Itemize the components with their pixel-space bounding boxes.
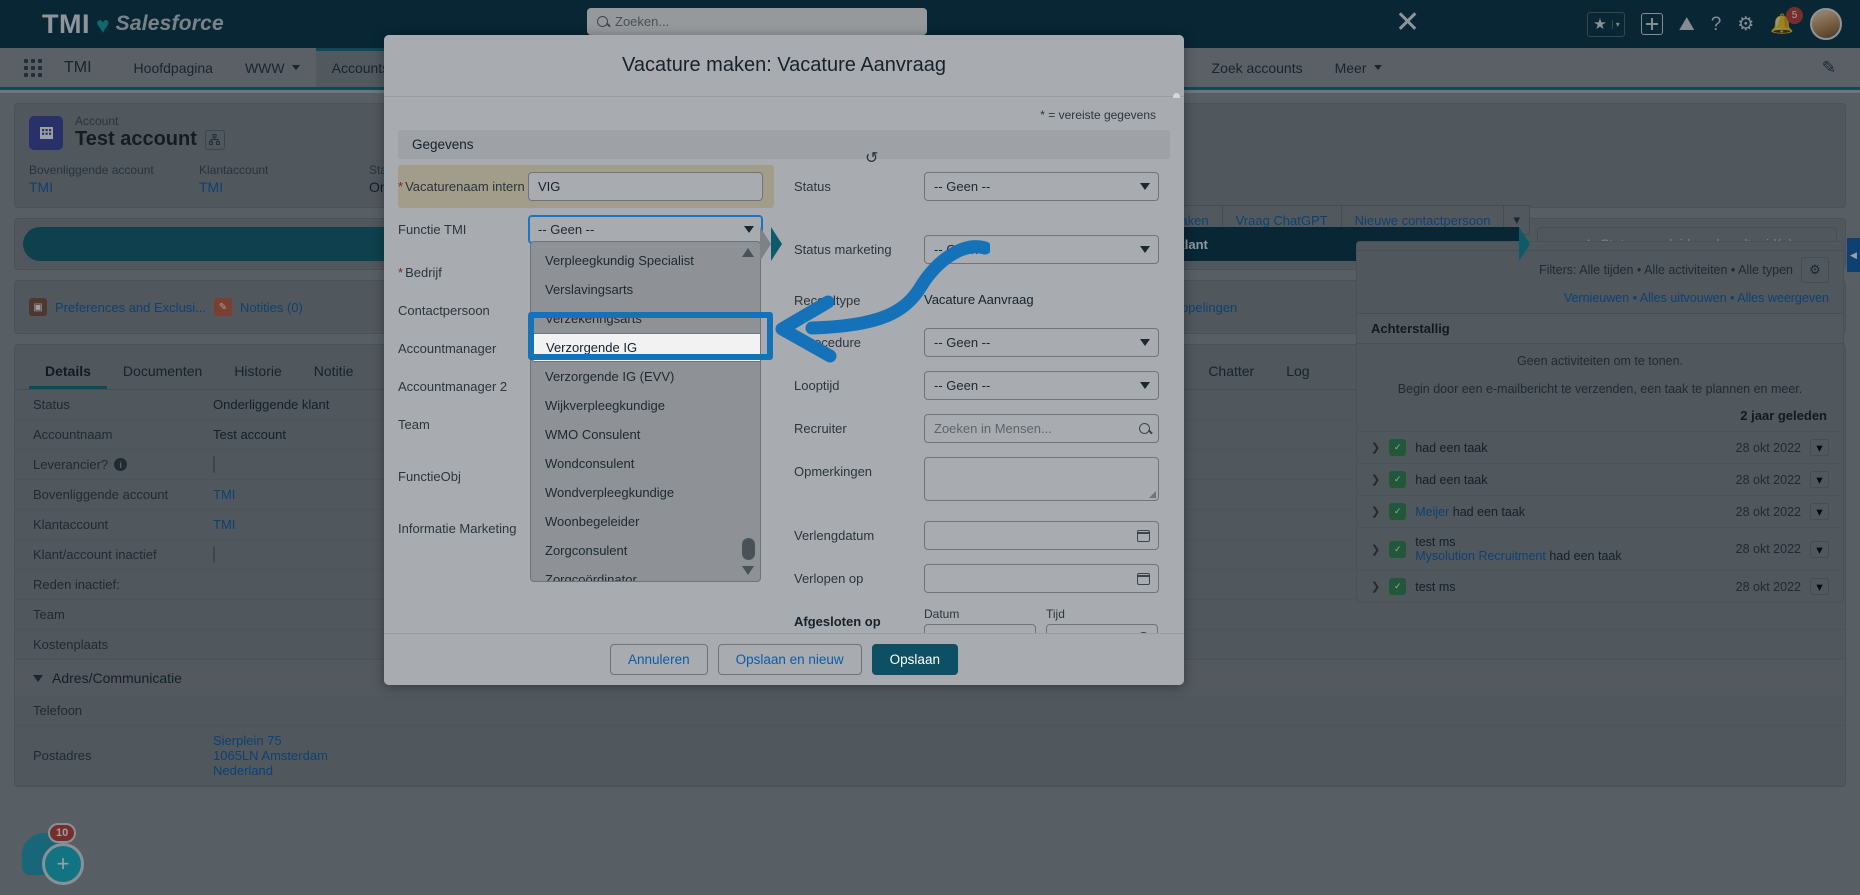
- chevron-down-icon: [1140, 339, 1150, 346]
- save-button[interactable]: Opslaan: [872, 644, 958, 675]
- lookup-placeholder: Zoeken in Mensen...: [934, 421, 1052, 436]
- chevron-down-icon: [1140, 382, 1150, 389]
- required-asterisk: *: [398, 179, 403, 194]
- calendar-icon: [1137, 530, 1150, 542]
- afgesloten-tijd-group: Tijd: [1046, 607, 1158, 633]
- dropdown-option[interactable]: Wijkverpleegkundige: [531, 391, 760, 420]
- field-status-marketing: Status marketing -- Geen --: [794, 228, 1170, 271]
- undo-icon[interactable]: ↺: [865, 148, 878, 168]
- select-value: -- Geen --: [934, 335, 990, 350]
- dropdown-scroll-thumb[interactable]: [742, 538, 755, 560]
- save-and-new-button[interactable]: Opslaan en nieuw: [718, 644, 862, 675]
- dropdown-option[interactable]: Woonbegeleider: [531, 507, 760, 536]
- modal-section-gegevens: Gegevens: [398, 130, 1170, 159]
- dropdown-options: Verpleegkundig Specialist Verslavingsart…: [531, 242, 760, 581]
- scroll-down-icon[interactable]: [742, 566, 754, 575]
- scroll-up-icon[interactable]: [742, 248, 754, 257]
- functie-tmi-dropdown[interactable]: Verpleegkundig Specialist Verslavingsart…: [530, 241, 761, 582]
- field-label: Recordtype: [794, 293, 860, 308]
- field-status: Status -- Geen --: [794, 165, 1170, 208]
- field-label: Accountmanager 2: [398, 379, 507, 394]
- cancel-button[interactable]: Annuleren: [610, 644, 708, 675]
- field-afgesloten-op: Afgesloten op Datum Tijd: [794, 600, 1170, 633]
- dropdown-option[interactable]: Zorgcoördinator: [531, 565, 760, 582]
- dropdown-option[interactable]: Verzekeringsarts: [531, 304, 760, 333]
- procedure-select[interactable]: -- Geen --: [924, 328, 1159, 357]
- select-value: -- Geen --: [934, 378, 990, 393]
- field-label: Contactpersoon: [398, 303, 490, 318]
- recruiter-lookup[interactable]: Zoeken in Mensen...: [924, 414, 1159, 443]
- field-label: Afgesloten op: [794, 614, 881, 629]
- dropdown-option[interactable]: Verpleegkundig Specialist: [531, 246, 760, 275]
- field-label: Vacaturenaam intern: [405, 179, 525, 194]
- create-vacature-modal: Vacature maken: Vacature Aanvraag * = ve…: [384, 35, 1184, 685]
- field-opmerkingen: Opmerkingen: [794, 450, 1170, 508]
- required-asterisk: *: [794, 335, 799, 350]
- search-icon: [1139, 423, 1150, 434]
- verlopen-op-input[interactable]: [924, 564, 1159, 593]
- dropdown-option[interactable]: WMO Consulent: [531, 420, 760, 449]
- field-label: Accountmanager: [398, 341, 496, 356]
- field-label: Looptijd: [794, 378, 840, 393]
- chevron-down-icon: [1140, 183, 1150, 190]
- afgesloten-tijd-input[interactable]: [1046, 624, 1158, 633]
- field-label: Verlengdatum: [794, 528, 874, 543]
- field-procedure: *Procedure -- Geen --: [794, 321, 1170, 364]
- dropdown-option[interactable]: Zorgconsulent: [531, 536, 760, 565]
- field-vacaturenaam-intern: *Vacaturenaam intern ↺ VIG: [398, 165, 774, 208]
- looptijd-select[interactable]: -- Geen --: [924, 371, 1159, 400]
- status-select[interactable]: -- Geen --: [924, 172, 1159, 201]
- modal-header: Vacature maken: Vacature Aanvraag: [384, 35, 1184, 97]
- field-recruiter: Recruiter Zoeken in Mensen...: [794, 407, 1170, 450]
- select-value: -- Geen --: [934, 242, 990, 257]
- time-sublabel: Tijd: [1046, 607, 1158, 621]
- dropdown-option[interactable]: Wondverpleegkundige: [531, 478, 760, 507]
- functie-tmi-select[interactable]: -- Geen --: [528, 215, 763, 244]
- field-label: Recruiter: [794, 421, 847, 436]
- verlengdatum-input[interactable]: [924, 521, 1159, 550]
- dropdown-option[interactable]: Wondconsulent: [531, 449, 760, 478]
- field-label: Status: [794, 179, 831, 194]
- required-asterisk: *: [398, 265, 403, 280]
- select-value: -- Geen --: [538, 222, 594, 237]
- field-label: Informatie Marketing: [398, 521, 517, 536]
- dropdown-option[interactable]: Verslavingsarts: [531, 275, 760, 304]
- afgesloten-datum-group: Datum: [924, 607, 1036, 633]
- field-looptijd: Looptijd -- Geen --: [794, 364, 1170, 407]
- field-label: Procedure: [801, 335, 861, 350]
- select-value: -- Geen --: [934, 179, 990, 194]
- dropdown-option[interactable]: Verzorgende IG (EVV): [531, 362, 760, 391]
- modal-footer: Annuleren Opslaan en nieuw Opslaan: [384, 633, 1184, 685]
- field-label: Status marketing: [794, 242, 892, 257]
- calendar-icon: [1137, 573, 1150, 585]
- chevron-down-icon: [1140, 246, 1150, 253]
- field-label: Verlopen op: [794, 571, 863, 586]
- status-marketing-select[interactable]: -- Geen --: [924, 235, 1159, 264]
- field-verlopen-op: Verlopen op: [794, 557, 1170, 600]
- afgesloten-datum-input[interactable]: [924, 624, 1036, 633]
- field-verlengdatum: Verlengdatum: [794, 514, 1170, 557]
- field-label: Team: [398, 417, 430, 432]
- field-label: FunctieObj: [398, 469, 461, 484]
- modal-body: * = vereiste gegevens Gegevens *Vacature…: [384, 98, 1184, 633]
- date-sublabel: Datum: [924, 607, 1036, 621]
- form-column-right: Status -- Geen -- Status marketing -- Ge…: [794, 165, 1170, 633]
- field-recordtype: Recordtype Vacature Aanvraag: [794, 279, 1170, 317]
- opmerkingen-textarea[interactable]: [924, 457, 1159, 501]
- vacaturenaam-intern-input[interactable]: VIG: [528, 172, 763, 201]
- field-label: Functie TMI: [398, 222, 466, 237]
- required-fields-note: * = vereiste gegevens: [384, 98, 1184, 130]
- modal-title: Vacature maken: Vacature Aanvraag: [622, 54, 946, 77]
- chevron-down-icon: [744, 226, 754, 233]
- modal-form: *Vacaturenaam intern ↺ VIG Functie TMI -…: [384, 159, 1184, 633]
- field-label: Opmerkingen: [794, 464, 872, 479]
- field-label: Bedrijf: [405, 265, 442, 280]
- dropdown-option-selected[interactable]: Verzorgende IG: [531, 333, 761, 362]
- recordtype-value: Vacature Aanvraag: [924, 286, 1170, 307]
